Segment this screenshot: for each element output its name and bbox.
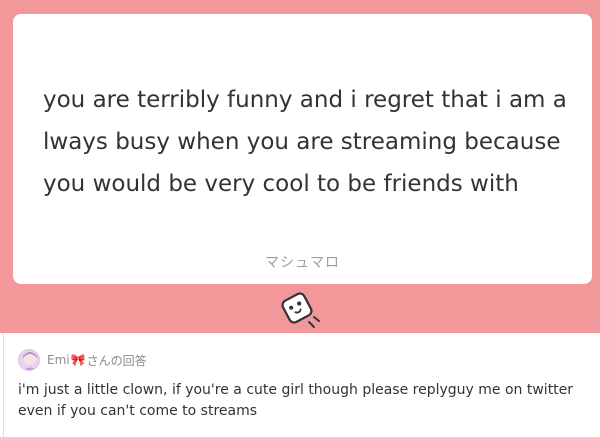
marshmallow-mascot-icon [281, 292, 320, 328]
answerer-label: Emi 🎀 さんの回答 [47, 352, 147, 369]
avatar-image [19, 350, 39, 370]
marshmallow-header-area: you are terribly funny and i regret that… [0, 0, 600, 333]
ribbon-bow-icon: 🎀 [70, 353, 86, 367]
question-card: you are terribly funny and i regret that… [13, 14, 592, 284]
answerer-name[interactable]: Emi [47, 353, 70, 367]
answer-text: i'm just a little clown, if you're a cut… [18, 382, 574, 419]
answer-section: Emi 🎀 さんの回答 i'm just a little clown, if … [3, 333, 600, 437]
question-text: you are terribly funny and i regret that… [43, 87, 567, 197]
answerer-suffix: さんの回答 [86, 353, 147, 368]
answer-header: Emi 🎀 さんの回答 [18, 348, 147, 372]
avatar-icon[interactable] [18, 349, 40, 371]
brand-label: マシュマロ [265, 255, 340, 271]
